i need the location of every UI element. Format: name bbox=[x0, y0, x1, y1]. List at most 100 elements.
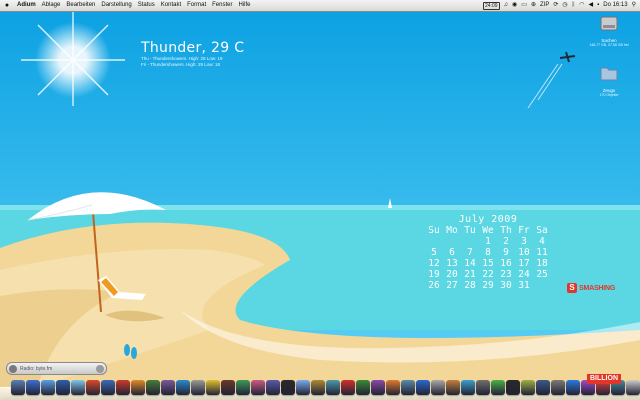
dock-app-icon[interactable] bbox=[536, 380, 550, 395]
desktop-icon-zeugs[interactable]: Zeugs 170 Objekte bbox=[587, 63, 631, 97]
dock-app-icon[interactable] bbox=[431, 380, 445, 395]
calendar-day: 24 bbox=[518, 269, 530, 280]
calendar-day: 26 bbox=[428, 280, 440, 291]
calendar-day: 28 bbox=[464, 280, 476, 291]
dock-app-icon[interactable] bbox=[446, 380, 460, 395]
menu-status[interactable]: Status bbox=[135, 0, 158, 11]
menu-ablage[interactable]: Ablage bbox=[39, 0, 64, 11]
dock-app-icon[interactable] bbox=[101, 380, 115, 395]
folder-icon bbox=[600, 67, 618, 81]
menu-app-name[interactable]: Adium bbox=[14, 0, 39, 11]
itunes-icon[interactable]: ♫ bbox=[504, 0, 509, 11]
dock-app-icon[interactable] bbox=[551, 380, 565, 395]
flag-icon[interactable]: ▪ bbox=[597, 0, 599, 11]
dock-app-icon[interactable] bbox=[356, 380, 370, 395]
calendar-day: 7 bbox=[467, 247, 473, 258]
calendar-day: 18 bbox=[536, 258, 548, 269]
calendar-day: 16 bbox=[500, 258, 512, 269]
dock-app-icon[interactable] bbox=[146, 380, 160, 395]
menu-bearbeiten[interactable]: Bearbeiten bbox=[63, 0, 98, 11]
calendar-day bbox=[425, 236, 443, 247]
dock-app-icon[interactable] bbox=[296, 380, 310, 395]
dock-app-icon[interactable] bbox=[206, 380, 220, 395]
time-machine-icon[interactable]: ◷ bbox=[562, 0, 567, 11]
dock-app-icon[interactable] bbox=[506, 380, 520, 395]
dock-app-icon[interactable] bbox=[311, 380, 325, 395]
spotlight-icon[interactable]: ⚲ bbox=[632, 0, 636, 11]
calendar-day: 22 bbox=[482, 269, 494, 280]
calendar-day bbox=[443, 236, 461, 247]
calendar-day: 20 bbox=[446, 269, 458, 280]
volume-knob-icon[interactable] bbox=[96, 364, 104, 373]
dock-app-icon[interactable] bbox=[11, 380, 25, 395]
dock-app-icon[interactable] bbox=[266, 380, 280, 395]
calendar-day: 2 bbox=[503, 236, 509, 247]
smashing-logo: S SMASHING bbox=[567, 283, 615, 293]
timer-menu-extra[interactable]: 24:09 bbox=[483, 1, 500, 10]
bluetooth-icon[interactable]: ᛒ bbox=[572, 0, 576, 11]
dock-app-icon[interactable] bbox=[41, 380, 55, 395]
dock-app-icon[interactable] bbox=[161, 380, 175, 395]
dock-app-icon[interactable] bbox=[521, 380, 535, 395]
menu-darstellung[interactable]: Darstellung bbox=[98, 0, 134, 11]
calendar-day: 15 bbox=[482, 258, 494, 269]
dock-app-icon[interactable] bbox=[416, 380, 430, 395]
adium-status-icon[interactable]: ◉ bbox=[512, 0, 517, 11]
dock-app-icon[interactable] bbox=[626, 380, 640, 395]
apple-menu-icon[interactable]: ● bbox=[0, 0, 14, 11]
beach-wallpaper bbox=[0, 0, 640, 400]
icon-sublabel: 148,77 GB, 37,58 GB frei bbox=[589, 43, 629, 47]
calendar-day: 1 bbox=[485, 236, 491, 247]
icon-sublabel: 170 Objekte bbox=[599, 93, 619, 97]
lock-icon[interactable]: ⊕ bbox=[531, 0, 536, 11]
dock-app-icon[interactable] bbox=[341, 380, 355, 395]
calendar-day bbox=[461, 236, 479, 247]
dock-app-icon[interactable] bbox=[221, 380, 235, 395]
weekday-label: Su bbox=[428, 225, 440, 236]
dock-app-icon[interactable] bbox=[401, 380, 415, 395]
sync-icon[interactable]: ⟳ bbox=[553, 0, 558, 11]
dock-app-icon[interactable] bbox=[566, 380, 580, 395]
dock-app-icon[interactable] bbox=[326, 380, 340, 395]
weather-now: Thunder, 29 C bbox=[141, 40, 245, 56]
dock-app-icon[interactable] bbox=[56, 380, 70, 395]
dock-app-icon[interactable] bbox=[131, 380, 145, 395]
weekday-label: Tu bbox=[464, 225, 476, 236]
desktop-icon-sachen[interactable]: Sachen 148,77 GB, 37,58 GB frei bbox=[587, 13, 631, 47]
calendar-day: 30 bbox=[500, 280, 512, 291]
calendar-day: 6 bbox=[449, 247, 455, 258]
dock-app-icon[interactable] bbox=[491, 380, 505, 395]
dock-app-icon[interactable] bbox=[371, 380, 385, 395]
radio-label: Radio: byte.fm bbox=[20, 365, 53, 372]
volume-icon[interactable]: ◀ bbox=[588, 0, 593, 11]
screen-icon[interactable]: ▭ bbox=[521, 0, 527, 11]
menu-hilfe[interactable]: Hilfe bbox=[235, 0, 253, 11]
weekday-label: We bbox=[482, 225, 494, 236]
calendar-week: 1 2 3 4 bbox=[425, 236, 551, 247]
dock-app-icon[interactable] bbox=[26, 380, 40, 395]
calendar-week: 26 27 28 29 30 31 bbox=[425, 280, 551, 291]
dock-app-icon[interactable] bbox=[476, 380, 490, 395]
dock-app-icon[interactable] bbox=[386, 380, 400, 395]
menu-bar: ● Adium Ablage Bearbeiten Darstellung St… bbox=[0, 0, 640, 12]
dock-app-icon[interactable] bbox=[71, 380, 85, 395]
desktop: ● Adium Ablage Bearbeiten Darstellung St… bbox=[0, 0, 640, 400]
menu-fenster[interactable]: Fenster bbox=[209, 0, 235, 11]
dock-app-icon[interactable] bbox=[86, 380, 100, 395]
radio-widget[interactable]: Radio: byte.fm bbox=[6, 362, 107, 375]
dock-app-icon[interactable] bbox=[461, 380, 475, 395]
dock-app-icon[interactable] bbox=[191, 380, 205, 395]
play-icon[interactable] bbox=[9, 364, 17, 373]
dock-app-icon[interactable] bbox=[281, 380, 295, 395]
menu-kontakt[interactable]: Kontakt bbox=[158, 0, 184, 11]
zip-menu-extra[interactable]: ZIP bbox=[540, 0, 549, 11]
dock-app-icon[interactable] bbox=[116, 380, 130, 395]
menu-format[interactable]: Format bbox=[184, 0, 209, 11]
smashing-s-icon: S bbox=[567, 283, 577, 293]
calendar-week: 19 20 21 22 23 24 25 bbox=[425, 269, 551, 280]
dock-app-icon[interactable] bbox=[251, 380, 265, 395]
clock-text[interactable]: Do 16:13 bbox=[603, 0, 627, 11]
dock-app-icon[interactable] bbox=[176, 380, 190, 395]
dock-app-icon[interactable] bbox=[236, 380, 250, 395]
wifi-icon[interactable]: ◠ bbox=[579, 0, 584, 11]
